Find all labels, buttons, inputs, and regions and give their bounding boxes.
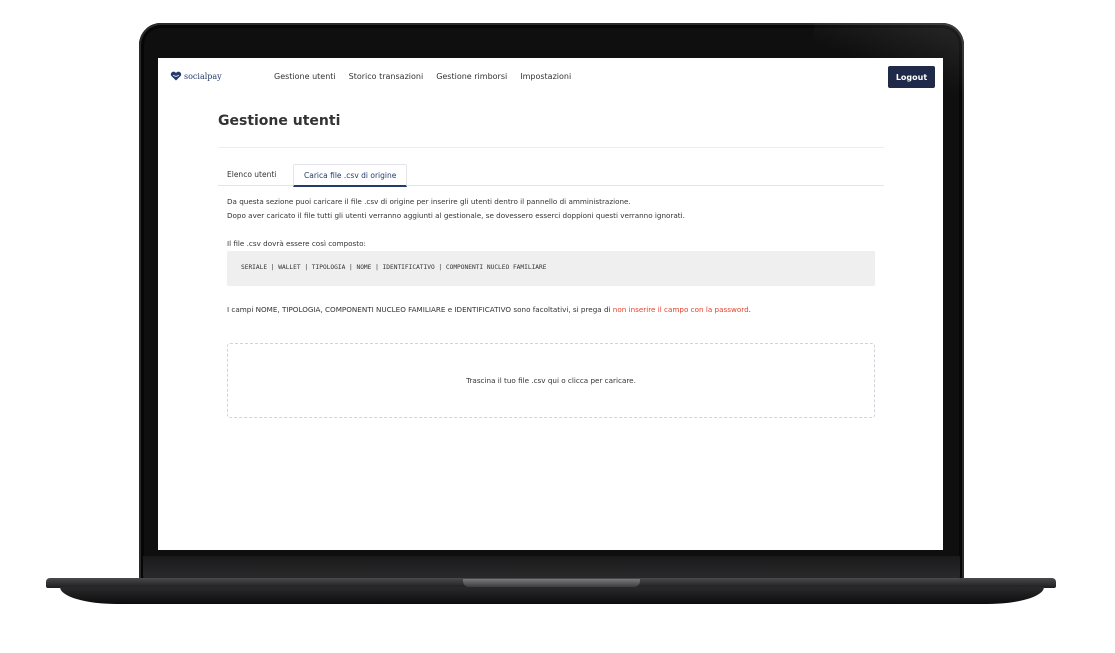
tab-bar: Elenco utenti Carica file .csv di origin… xyxy=(218,164,884,187)
nav-impostazioni[interactable]: Impostazioni xyxy=(520,72,571,81)
laptop-base-underside xyxy=(60,587,1044,604)
note-period: . xyxy=(748,305,751,314)
csv-format-code-block: SERIALE | WALLET | TIPOLOGIA | NOME | ID… xyxy=(227,251,875,286)
laptop-lid-bezel-bottom xyxy=(143,556,960,580)
dropzone-text: Trascina il tuo file .csv qui o clicca p… xyxy=(466,376,636,385)
brand-name: socialpay xyxy=(184,71,222,81)
top-navbar: socialpay Gestione utenti Storico transa… xyxy=(158,58,943,96)
optional-fields-text: I campi NOME, TIPOLOGIA, COMPONENTI NUCL… xyxy=(227,305,613,314)
page-title: Gestione utenti xyxy=(218,113,341,129)
csv-upload-dropzone[interactable]: Trascina il tuo file .csv qui o clicca p… xyxy=(227,343,875,418)
upload-description-line1: Da questa sezione puoi caricare il file … xyxy=(227,197,631,206)
csv-format-code: SERIALE | WALLET | TIPOLOGIA | NOME | ID… xyxy=(241,264,547,271)
heart-logo-icon xyxy=(170,71,182,81)
tab-elenco-utenti[interactable]: Elenco utenti xyxy=(227,164,276,185)
main-nav: Gestione utenti Storico transazioni Gest… xyxy=(274,72,584,81)
tab-carica-file-csv[interactable]: Carica file .csv di origine xyxy=(293,164,408,187)
format-intro: Il file .csv dovrà essere così composto: xyxy=(227,239,366,248)
nav-gestione-rimborsi[interactable]: Gestione rimborsi xyxy=(436,72,507,81)
laptop-screen: socialpay Gestione utenti Storico transa… xyxy=(158,58,943,550)
logout-button[interactable]: Logout xyxy=(888,66,935,88)
brand-logo[interactable]: socialpay xyxy=(170,71,222,81)
nav-gestione-utenti[interactable]: Gestione utenti xyxy=(274,72,336,81)
optional-fields-note: I campi NOME, TIPOLOGIA, COMPONENTI NUCL… xyxy=(227,302,877,317)
laptop-opening-notch xyxy=(463,579,640,587)
password-warning: non inserire il campo con la password xyxy=(612,305,749,314)
nav-storico-transazioni[interactable]: Storico transazioni xyxy=(349,72,424,81)
title-divider xyxy=(218,147,884,148)
upload-description-line2: Dopo aver caricato il file tutti gli ute… xyxy=(227,211,685,220)
